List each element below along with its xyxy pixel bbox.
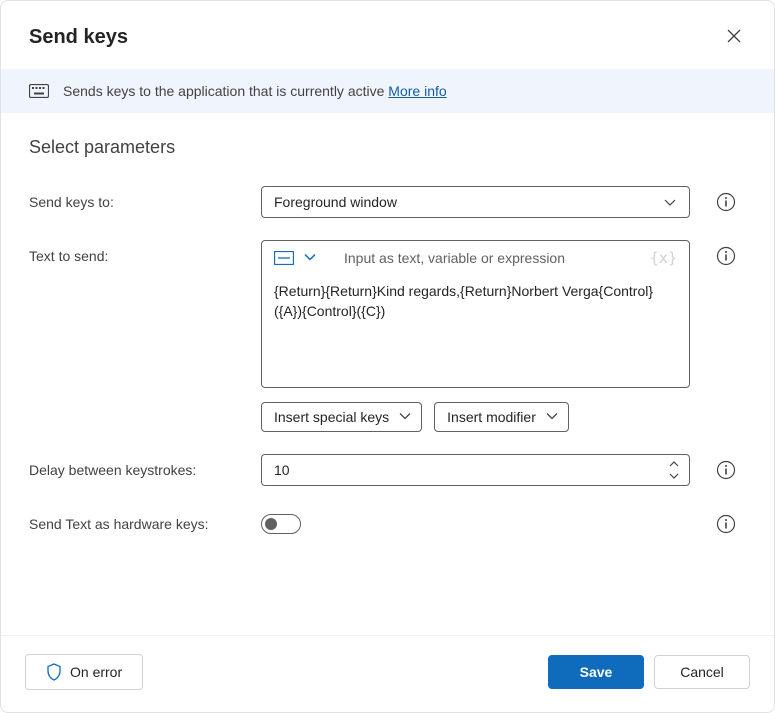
- delay-input-wrap: [261, 454, 690, 486]
- close-button[interactable]: [718, 21, 750, 53]
- dialog-footer: On error Save Cancel: [1, 635, 774, 712]
- delay-input[interactable]: [262, 455, 665, 485]
- chevron-down-icon: [546, 409, 558, 425]
- label-text-to-send: Text to send:: [29, 240, 245, 264]
- info-icon[interactable]: [716, 192, 736, 212]
- chevron-down-icon[interactable]: [304, 250, 316, 266]
- save-button[interactable]: Save: [548, 655, 644, 689]
- dialog-header: Send keys: [1, 1, 774, 69]
- dialog-title: Send keys: [29, 26, 128, 49]
- row-send-keys-to: Send keys to: Foreground window: [29, 186, 746, 218]
- chevron-down-icon: [663, 195, 677, 209]
- row-text-to-send: Text to send: Input as text, variable or…: [29, 240, 746, 432]
- keyboard-icon: [29, 84, 49, 98]
- label-send-keys-to: Send keys to:: [29, 186, 245, 210]
- shield-icon: [46, 663, 62, 681]
- text-mode-icon[interactable]: [274, 251, 294, 265]
- row-delay: Delay between keystrokes:: [29, 454, 746, 486]
- info-icon[interactable]: [716, 246, 736, 266]
- spinner-down-button[interactable]: [665, 470, 683, 482]
- info-icon[interactable]: [716, 460, 736, 480]
- insert-modifier-button[interactable]: Insert modifier: [434, 402, 569, 432]
- row-hardware-keys: Send Text as hardware keys:: [29, 508, 746, 534]
- spinner-up-button[interactable]: [665, 458, 683, 470]
- label-hardware-keys: Send Text as hardware keys:: [29, 508, 245, 532]
- hardware-keys-toggle[interactable]: [261, 514, 301, 534]
- send-keys-dialog: Send keys Sends keys to the application …: [0, 0, 775, 713]
- section-title: Select parameters: [29, 137, 746, 158]
- cancel-button[interactable]: Cancel: [654, 655, 750, 689]
- banner-text: Sends keys to the application that is cu…: [63, 83, 447, 99]
- textbox-placeholder: Input as text, variable or expression: [326, 250, 640, 266]
- textbox-toolbar: Input as text, variable or expression {x…: [262, 241, 689, 275]
- toggle-knob: [265, 518, 277, 530]
- info-banner: Sends keys to the application that is cu…: [1, 69, 774, 113]
- select-value: Foreground window: [274, 194, 397, 210]
- spinner-buttons: [665, 458, 689, 482]
- footer-right: Save Cancel: [548, 655, 750, 689]
- close-icon: [727, 29, 741, 46]
- more-info-link[interactable]: More info: [388, 83, 446, 99]
- select-send-keys-to[interactable]: Foreground window: [261, 186, 690, 218]
- on-error-button[interactable]: On error: [25, 654, 143, 690]
- insert-special-keys-button[interactable]: Insert special keys: [261, 402, 422, 432]
- variable-icon[interactable]: {x}: [650, 249, 677, 267]
- chevron-down-icon: [399, 409, 411, 425]
- label-delay: Delay between keystrokes:: [29, 454, 245, 478]
- insert-buttons-row: Insert special keys Insert modifier: [261, 402, 690, 432]
- textbox-content[interactable]: {Return}{Return}Kind regards,{Return}Nor…: [262, 275, 689, 387]
- info-icon[interactable]: [716, 514, 736, 534]
- dialog-content: Select parameters Send keys to: Foregrou…: [1, 113, 774, 635]
- textbox-text-to-send[interactable]: Input as text, variable or expression {x…: [261, 240, 690, 388]
